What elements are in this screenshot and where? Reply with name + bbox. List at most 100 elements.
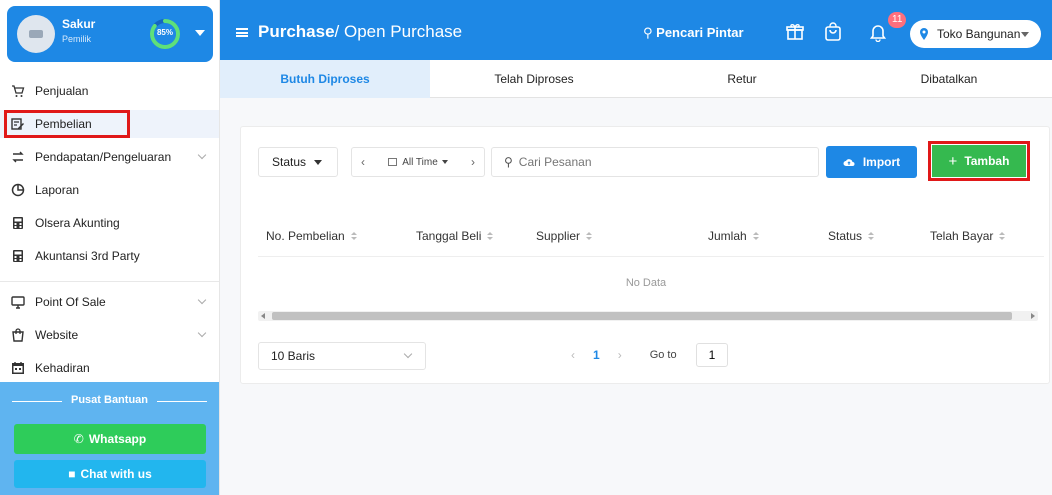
- scroll-right-icon[interactable]: [1031, 313, 1035, 319]
- prev-page-icon[interactable]: ‹: [571, 348, 575, 362]
- bag-icon: [11, 328, 25, 342]
- whatsapp-button[interactable]: ✆ Whatsapp: [14, 424, 206, 454]
- avatar: [17, 15, 55, 53]
- highlight-box-pembelian: [4, 110, 130, 138]
- chevron-down-icon[interactable]: [195, 30, 205, 36]
- sort-icon: [586, 232, 593, 240]
- monitor-icon: [11, 295, 25, 309]
- cloud-upload-icon: [843, 159, 855, 166]
- next-page-icon[interactable]: ›: [618, 348, 622, 362]
- sort-icon: [752, 232, 759, 240]
- rows-per-page-select[interactable]: 10 Baris: [258, 342, 426, 370]
- empty-state-text: No Data: [625, 277, 667, 289]
- top-bar: Purchase/ Open Purchase ⚲ Pencari Pintar…: [220, 0, 1052, 60]
- breadcrumb-main[interactable]: Purchase: [258, 22, 335, 41]
- chevron-down-icon: [197, 150, 207, 160]
- report-icon: [11, 183, 25, 197]
- column-status[interactable]: Status: [828, 229, 875, 243]
- import-button[interactable]: Import: [826, 146, 917, 178]
- user-role: Pemilik: [62, 34, 92, 44]
- chat-icon: ■: [68, 467, 76, 481]
- tab-dibatalkan[interactable]: Dibatalkan: [846, 60, 1052, 98]
- gift-icon[interactable]: [785, 22, 805, 42]
- sidebar-item-label: Point Of Sale: [35, 295, 106, 309]
- add-purchase-button[interactable]: + Tambah: [932, 145, 1026, 177]
- bell-icon[interactable]: [868, 22, 888, 42]
- sort-icon: [999, 232, 1006, 240]
- import-label: Import: [862, 155, 901, 169]
- search-icon: ⚲: [643, 25, 653, 40]
- goto-label: Go to: [649, 349, 677, 361]
- chevron-down-icon: [1021, 32, 1029, 37]
- user-profile-card[interactable]: Sakur Pemilik 85%: [7, 6, 213, 62]
- sidebar-item-laporan[interactable]: Laporan: [0, 176, 219, 204]
- tab-butuh-diproses[interactable]: Butuh Diproses: [220, 60, 430, 98]
- whatsapp-label: Whatsapp: [88, 432, 147, 446]
- order-search-input[interactable]: [518, 155, 799, 169]
- sidebar-item-pendapatan[interactable]: Pendapatan/Pengeluaran: [0, 143, 219, 171]
- sidebar-item-label: Penjualan: [35, 84, 89, 98]
- column-label: Supplier: [536, 229, 581, 243]
- column-jumlah[interactable]: Jumlah: [708, 229, 759, 243]
- pagination: ‹ 1 › Go to: [561, 348, 677, 362]
- sidebar-item-website[interactable]: Website: [0, 321, 219, 349]
- column-no-pembelian[interactable]: No. Pembelian: [266, 229, 357, 243]
- chevron-right-icon[interactable]: ›: [462, 155, 484, 169]
- status-filter[interactable]: Status: [258, 147, 338, 177]
- cart-icon: [11, 84, 25, 98]
- notification-badge: 11: [888, 12, 907, 28]
- plus-icon: +: [948, 152, 958, 170]
- horizontal-scrollbar[interactable]: [258, 311, 1038, 321]
- smart-search-button[interactable]: ⚲ Pencari Pintar: [643, 25, 744, 41]
- column-label: Telah Bayar: [930, 229, 994, 243]
- help-center: Pusat Bantuan ✆ Whatsapp ■ Chat with us: [0, 382, 219, 495]
- chevron-down-icon: [197, 295, 207, 305]
- add-label: Tambah: [964, 154, 1010, 168]
- date-range-dropdown[interactable]: All Time: [374, 157, 462, 168]
- column-label: Jumlah: [708, 229, 747, 243]
- column-tanggal-beli[interactable]: Tanggal Beli: [416, 229, 494, 243]
- sidebar-item-olsera-akunting[interactable]: Olsera Akunting: [0, 209, 219, 237]
- column-label: No. Pembelian: [266, 229, 345, 243]
- date-range-picker: ‹ All Time ›: [351, 147, 485, 177]
- page-number[interactable]: 1: [593, 348, 600, 362]
- calendar-icon: [11, 361, 25, 375]
- breadcrumb-sub: / Open Purchase: [334, 22, 463, 41]
- sidebar-item-label: Pendapatan/Pengeluaran: [35, 150, 172, 164]
- exchange-icon: [11, 150, 25, 164]
- smart-search-label: Pencari Pintar: [656, 25, 744, 40]
- hamburger-menu-icon[interactable]: [236, 28, 248, 37]
- goto-page-box: [696, 343, 728, 367]
- store-name: Toko Bangunan: [937, 27, 1021, 41]
- shopping-bag-icon[interactable]: [823, 22, 843, 42]
- rows-per-page-label: 10 Baris: [271, 349, 316, 363]
- progress-label: 85%: [156, 28, 173, 37]
- help-title: Pusat Bantuan: [10, 394, 209, 406]
- scrollbar-thumb[interactable]: [272, 312, 1012, 320]
- tab-retur[interactable]: Retur: [638, 60, 846, 98]
- sidebar-item-point-of-sale[interactable]: Point Of Sale: [0, 288, 219, 316]
- chevron-down-icon: [197, 328, 207, 338]
- sidebar-item-label: Kehadiran: [35, 361, 90, 375]
- chat-label: Chat with us: [80, 467, 152, 481]
- sidebar: Sakur Pemilik 85% Penjualan Pembelian Pe…: [0, 0, 220, 495]
- sort-icon: [868, 232, 875, 240]
- sidebar-item-penjualan[interactable]: Penjualan: [0, 77, 219, 105]
- column-telah-bayar[interactable]: Telah Bayar: [930, 229, 1006, 243]
- calculator-icon: [11, 216, 25, 230]
- caret-down-icon: [441, 160, 448, 164]
- user-name: Sakur: [62, 17, 96, 31]
- sidebar-item-kehadiran[interactable]: Kehadiran: [0, 354, 219, 382]
- goto-page-input[interactable]: [699, 348, 725, 362]
- column-supplier[interactable]: Supplier: [536, 229, 593, 243]
- chevron-left-icon[interactable]: ‹: [352, 155, 374, 169]
- store-selector[interactable]: Toko Bangunan: [910, 20, 1041, 48]
- sidebar-item-akuntansi-3rd-party[interactable]: Akuntansi 3rd Party: [0, 242, 219, 270]
- sidebar-divider: [0, 281, 219, 282]
- sidebar-item-label: Akuntansi 3rd Party: [35, 249, 140, 263]
- main-content: Status ‹ All Time › ⚲ Import + Tambah No…: [220, 98, 1052, 495]
- scroll-left-icon[interactable]: [261, 313, 265, 319]
- caret-down-icon: [314, 159, 323, 165]
- chat-button[interactable]: ■ Chat with us: [14, 460, 206, 488]
- tab-telah-diproses[interactable]: Telah Diproses: [430, 60, 638, 98]
